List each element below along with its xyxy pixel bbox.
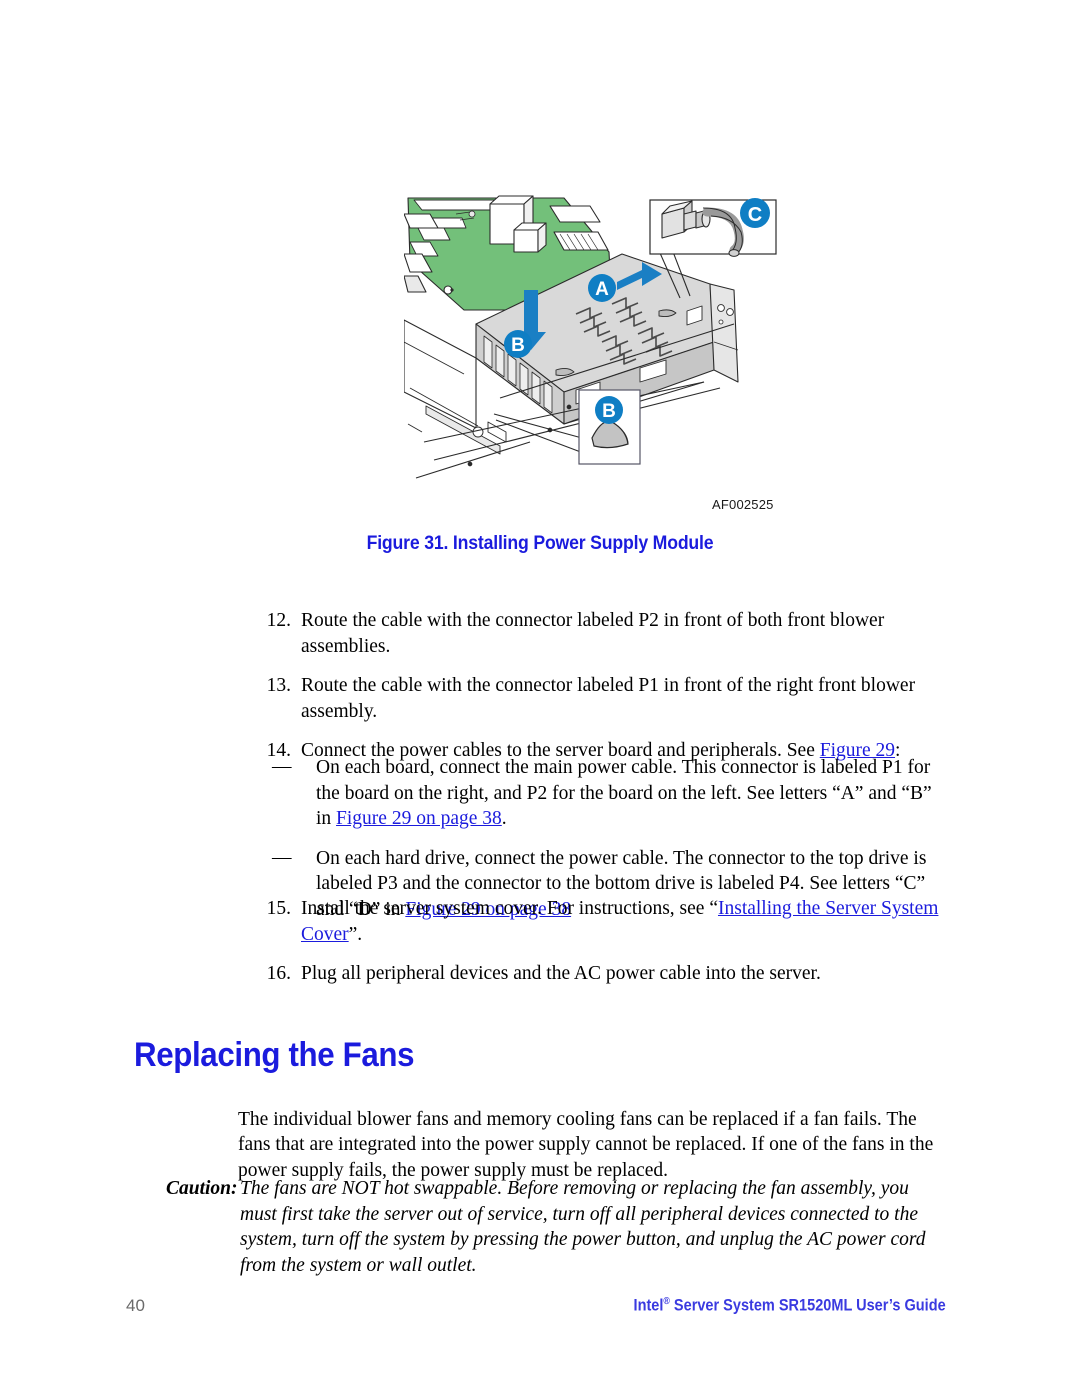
- list-item: — On each board, connect the main power …: [258, 755, 948, 832]
- svg-text:B: B: [511, 335, 525, 356]
- callout-badge-a: A: [588, 274, 616, 302]
- step-number: 15.: [266, 898, 291, 919]
- callout-badge-b-top: B: [504, 330, 532, 358]
- list-item: 15. Install the server system cover. For…: [258, 896, 948, 947]
- callout-badge-b-detail: B: [595, 396, 623, 424]
- callout-badge-c: C: [740, 198, 770, 228]
- footer-title-suffix: Server System SR1520ML User’s Guide: [670, 1296, 946, 1315]
- step-text: Install the server system cover. For ins…: [301, 898, 718, 919]
- caution-label: Caution:: [166, 1178, 238, 1199]
- procedure-steps-15-16: 15. Install the server system cover. For…: [258, 896, 948, 1001]
- list-item: 16. Plug all peripheral devices and the …: [258, 961, 948, 987]
- footer-page-number: 40: [126, 1296, 145, 1315]
- footer-title-prefix: Intel: [633, 1296, 664, 1315]
- caution-note: Caution: The fans are NOT hot swappable.…: [166, 1176, 946, 1278]
- step-text: Route the cable with the connector label…: [301, 675, 916, 722]
- em-dash-bullet: —: [272, 846, 291, 868]
- page-title: Replacing the Fans: [134, 1035, 415, 1074]
- figure-installing-power-supply-module: A B B C: [404, 192, 784, 517]
- svg-text:A: A: [595, 279, 609, 300]
- power-supply-installation-illustration: A B B C: [404, 195, 777, 479]
- cross-reference-link[interactable]: Figure 29 on page 38: [336, 808, 502, 829]
- step-text: Plug all peripheral devices and the AC p…: [301, 963, 821, 984]
- list-item: 13. Route the cable with the connector l…: [258, 673, 948, 724]
- figure-caption: Figure 31. Installing Power Supply Modul…: [366, 533, 714, 554]
- list-item: 12. Route the cable with the connector l…: [258, 608, 948, 659]
- figure-id-label: AF002525: [712, 497, 774, 512]
- sub-item-text-tail: .: [501, 808, 507, 829]
- step-number: 16.: [266, 963, 291, 984]
- procedure-steps-12-14: 12. Route the cable with the connector l…: [258, 608, 948, 778]
- step-text-tail: ”.: [348, 923, 363, 945]
- caution-body-text: The fans are NOT hot swappable. Before r…: [240, 1178, 926, 1276]
- step-number: 13.: [266, 675, 291, 696]
- footer-document-title: Intel® Server System SR1520ML User’s Gui…: [634, 1296, 946, 1316]
- step-number: 12.: [266, 610, 291, 631]
- step-text: Route the cable with the connector label…: [301, 610, 885, 657]
- em-dash-bullet: —: [272, 756, 291, 777]
- svg-text:C: C: [748, 204, 762, 226]
- svg-text:B: B: [602, 401, 616, 422]
- section-intro-paragraph: The individual blower fans and memory co…: [238, 1108, 934, 1181]
